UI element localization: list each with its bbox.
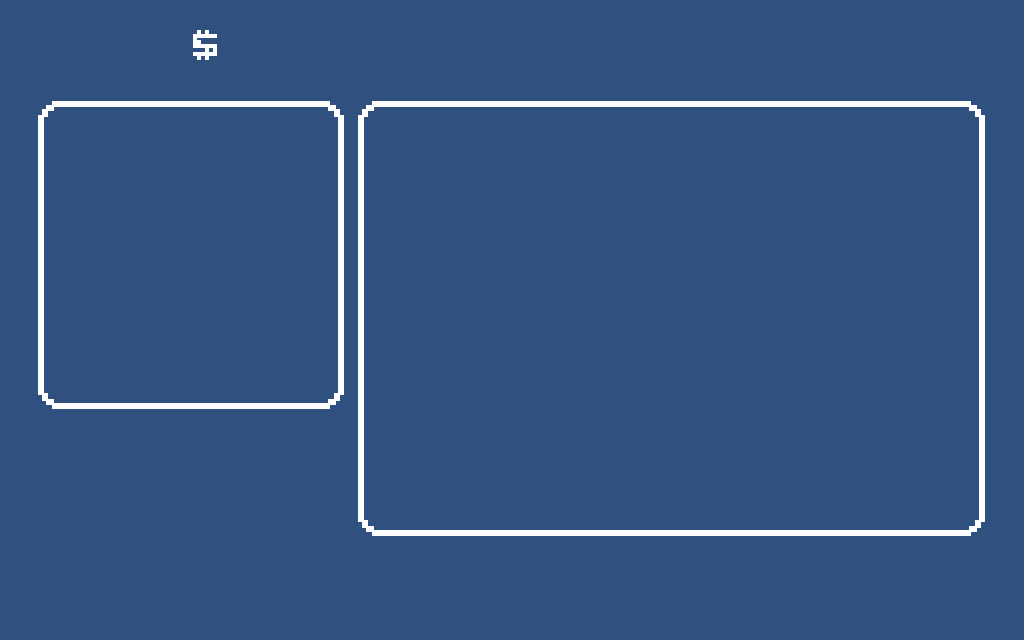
- game-screen: $: [0, 0, 1024, 640]
- right-panel: [358, 101, 985, 536]
- dollar-sign-icon: $: [189, 30, 221, 60]
- left-panel: [38, 101, 344, 409]
